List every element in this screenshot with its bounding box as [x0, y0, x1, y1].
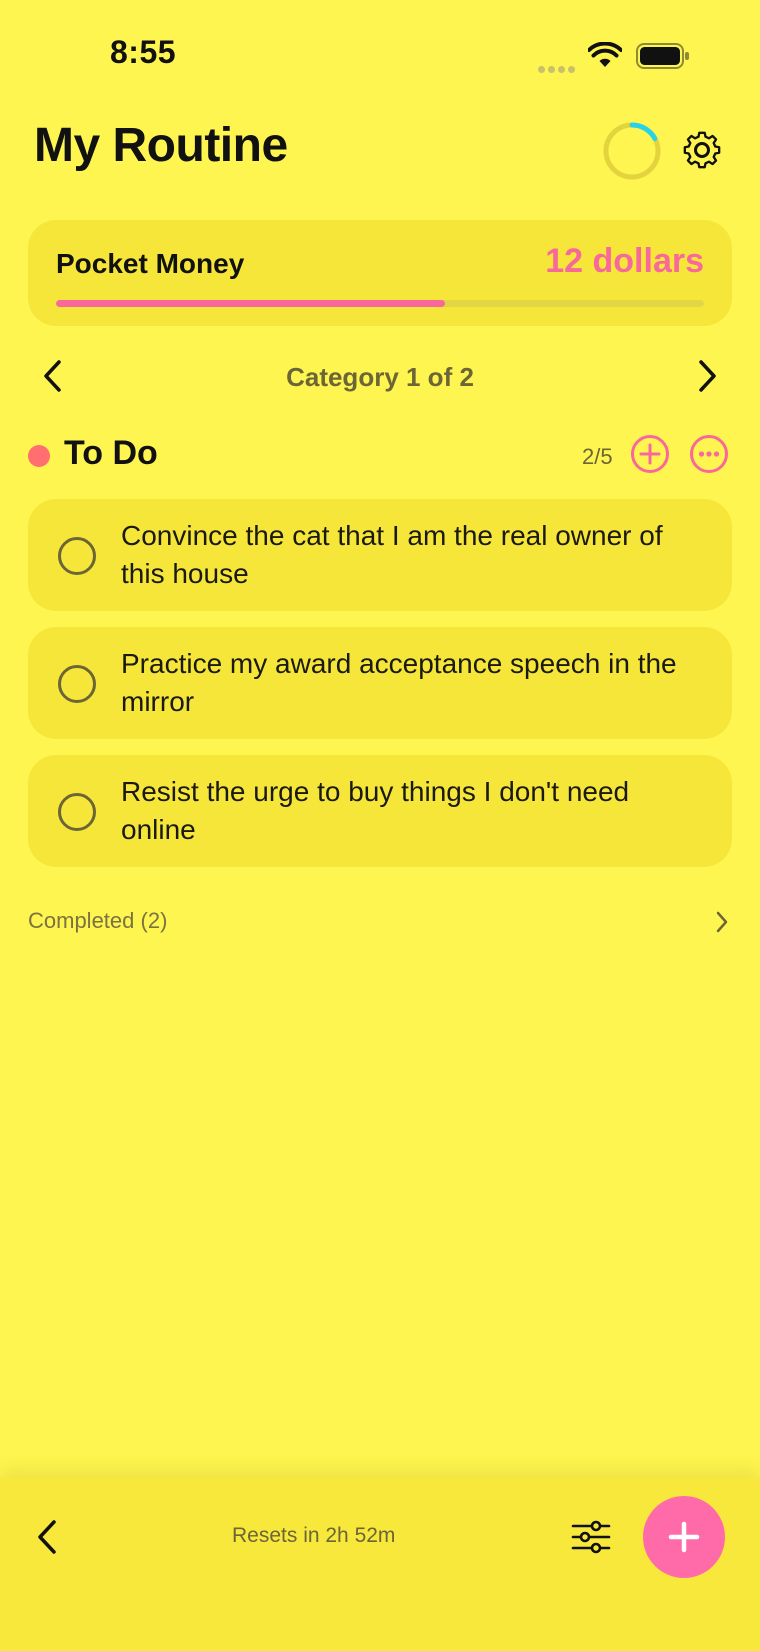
pocket-money-value: 12 dollars [545, 242, 704, 280]
task-text: Convince the cat that I am the real owne… [121, 520, 663, 589]
add-task-fab-button[interactable] [643, 1496, 725, 1578]
task-row[interactable]: Resist the urge to buy things I don't ne… [28, 755, 732, 867]
cellular-signal-icon [538, 60, 578, 78]
plus-icon [668, 1521, 700, 1553]
gear-icon[interactable] [680, 128, 724, 172]
section-color-dot [28, 445, 50, 467]
task-text: Practice my award acceptance speech in t… [121, 648, 677, 717]
section-count: 2/5 [582, 444, 613, 469]
page-title: My Routine [34, 119, 288, 172]
back-chevron-icon[interactable] [32, 1517, 62, 1557]
task-checkbox[interactable] [58, 537, 96, 575]
pocket-money-card[interactable]: Pocket Money 12 dollars [28, 220, 732, 326]
task-checkbox[interactable] [58, 793, 96, 831]
pocket-money-label: Pocket Money [56, 248, 245, 279]
wifi-icon [587, 41, 623, 73]
section-title: To Do [64, 434, 158, 472]
sliders-icon[interactable] [571, 1518, 611, 1556]
status-time: 8:55 [110, 34, 177, 70]
completed-section-toggle[interactable]: Completed (2) [28, 896, 732, 946]
ellipsis-circle-icon[interactable] [689, 434, 729, 474]
chevron-right-icon[interactable] [694, 358, 720, 394]
chevron-right-icon [714, 910, 730, 939]
category-indicator: Category 1 of 2 [286, 362, 474, 392]
pocket-money-progress-track [56, 300, 704, 307]
reset-timer-text: Resets in 2h 52m [232, 1524, 396, 1547]
task-row[interactable]: Practice my award acceptance speech in t… [28, 627, 732, 739]
daily-progress-ring[interactable] [602, 121, 662, 186]
task-checkbox[interactable] [58, 665, 96, 703]
task-row[interactable]: Convince the cat that I am the real owne… [28, 499, 732, 611]
completed-label: Completed (2) [28, 908, 168, 933]
plus-circle-icon[interactable] [630, 434, 670, 474]
task-text: Resist the urge to buy things I don't ne… [121, 776, 630, 845]
pocket-money-progress-fill [56, 300, 445, 307]
battery-icon [636, 43, 690, 74]
